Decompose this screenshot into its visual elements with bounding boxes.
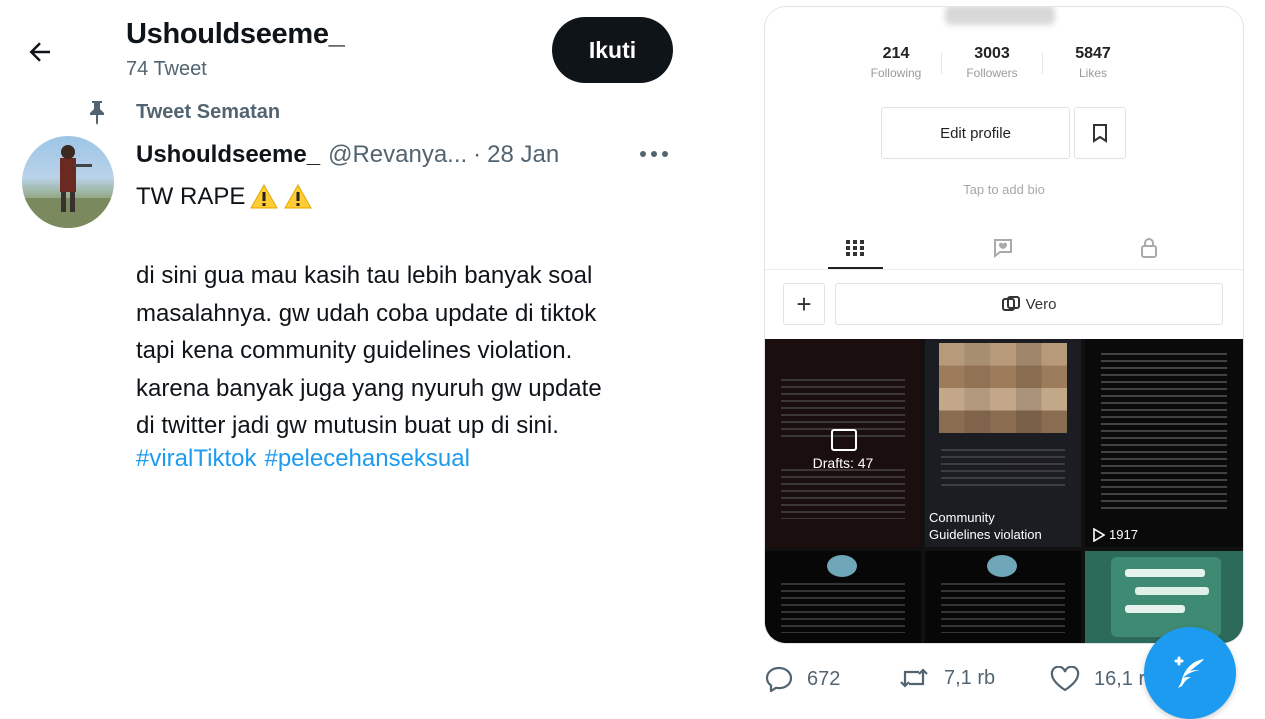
- avatar[interactable]: [22, 136, 114, 228]
- add-button: +: [783, 283, 825, 325]
- more-dots-icon: [640, 151, 668, 157]
- drafts-icon: [831, 429, 857, 451]
- avatar-figure-icon: [22, 145, 114, 228]
- compose-feather-icon: [1174, 656, 1204, 688]
- like-button[interactable]: 16,1 rb: [1050, 666, 1156, 692]
- more-options-button[interactable]: [636, 140, 672, 168]
- copy-icon: [1001, 296, 1020, 311]
- video-thumbnail: 1917: [1085, 339, 1243, 547]
- reply-count: 672: [807, 667, 841, 690]
- tweet-first-line: TW RAPE: [136, 183, 313, 211]
- vero-button: Vero: [835, 283, 1223, 325]
- stat-label: Following: [870, 66, 922, 80]
- stat-number: 5847: [1075, 45, 1111, 62]
- compose-tweet-button[interactable]: [1144, 627, 1236, 719]
- retweet-count: 7,1 rb: [944, 666, 996, 689]
- stat-followers: 3003 Followers: [942, 45, 1042, 80]
- stat-following: 214 Following: [851, 45, 941, 80]
- hashtag-row: #viralTiktok #pelecehanseksual: [136, 445, 470, 473]
- tweet-count: 74 Tweet: [126, 58, 207, 80]
- retweet-button[interactable]: 7,1 rb: [898, 666, 995, 690]
- liked-tab-icon: [984, 235, 1024, 261]
- stat-label: Followers: [966, 66, 1018, 80]
- lock-tab-icon: [1129, 235, 1169, 261]
- play-icon: [1093, 527, 1105, 542]
- hashtag-link[interactable]: #pelecehanseksual: [264, 445, 470, 472]
- community-violation-label: Community Guidelines violation: [929, 509, 1042, 543]
- attached-image[interactable]: 214 Following 3003 Followers 5847 Likes …: [764, 6, 1244, 644]
- arrow-left-icon: [29, 42, 50, 62]
- video-thumbnail: [765, 551, 921, 643]
- video-thumbnail: [925, 551, 1081, 643]
- stat-label: Likes: [1078, 66, 1107, 80]
- tweet-date[interactable]: 28 Jan: [487, 141, 559, 168]
- reply-button[interactable]: 672: [765, 666, 840, 692]
- video-thumbnail: Drafts: 47: [765, 339, 921, 547]
- retweet-icon: [900, 668, 928, 688]
- warning-icon: [250, 183, 279, 209]
- hashtag-link[interactable]: #viralTiktok: [136, 445, 256, 472]
- community-line: Community: [929, 510, 995, 525]
- edit-profile-button: Edit profile: [881, 107, 1070, 159]
- reply-icon: [765, 666, 793, 692]
- stat-likes: 5847 Likes: [1043, 45, 1143, 80]
- pixelated-face: [939, 343, 1067, 433]
- video-grid: Drafts: 47 Community Guidelines violatio…: [765, 339, 1243, 643]
- tweet-author-handle[interactable]: @Revanya...: [328, 141, 467, 168]
- heart-icon: [1050, 666, 1080, 692]
- back-button[interactable]: [22, 34, 58, 70]
- video-thumbnail: Community Guidelines violation: [925, 339, 1081, 547]
- tweet-body: di sini gua mau kasih tau lebih banyak s…: [136, 257, 696, 445]
- profile-name: Ushouldseeme_: [126, 18, 345, 50]
- play-count-value: 1917: [1109, 527, 1138, 542]
- separator-dot: ·: [473, 141, 482, 168]
- follow-button[interactable]: Ikuti: [552, 17, 673, 83]
- stat-number: 3003: [974, 45, 1010, 62]
- tweet-body-line: masalahnya. gw udah coba update di tikto…: [136, 299, 597, 327]
- blurred-username: [945, 7, 1055, 25]
- tweet-warning-text: TW RAPE: [136, 183, 246, 210]
- play-count: 1917: [1093, 527, 1138, 542]
- stat-number: 214: [882, 45, 910, 62]
- profile-stats: 214 Following 3003 Followers 5847 Likes: [851, 45, 1143, 80]
- tweet-body-line: karena banyak juga yang nyuruh gw update: [136, 374, 602, 402]
- vero-label: Vero: [1025, 295, 1057, 313]
- community-line: Guidelines violation: [929, 527, 1042, 542]
- bio-hint: Tap to add bio: [963, 182, 1045, 197]
- bookmark-button: [1074, 107, 1126, 159]
- drafts-label: Drafts: 47: [812, 455, 874, 471]
- tweet-body-line: tapi kena community guidelines violation…: [136, 337, 573, 364]
- grid-tab-icon: [835, 235, 875, 261]
- divider: [765, 269, 1243, 270]
- tweet-author-row: Ushouldseeme_ @Revanya... · 28 Jan: [136, 141, 559, 169]
- tweet-body-line: di sini gua mau kasih tau lebih banyak s…: [136, 262, 593, 289]
- pinned-tweet-label: Tweet Sematan: [136, 101, 281, 123]
- tweet-body-line: di twitter jadi gw mutusin buat up di si…: [136, 412, 559, 439]
- video-thumbnail: [1085, 551, 1243, 643]
- tweet-author-name[interactable]: Ushouldseeme_: [136, 141, 320, 168]
- pin-icon: [90, 101, 104, 125]
- bookmark-icon: [1093, 124, 1107, 143]
- warning-icon: [284, 183, 313, 209]
